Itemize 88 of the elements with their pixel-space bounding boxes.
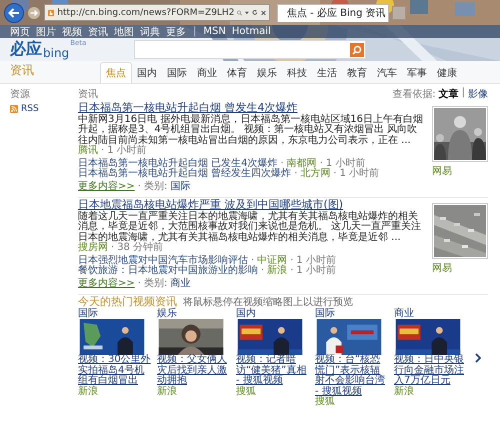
- category-tab[interactable]: 商业: [192, 63, 222, 83]
- nav-link[interactable]: 更多: [166, 25, 186, 38]
- sidebar-heading: 资源: [10, 88, 31, 101]
- category-label: 类别:: [144, 182, 168, 192]
- separator-dot: ·: [333, 169, 337, 180]
- video-title-link[interactable]: 视频：日中央银行向金融市场注入7万亿日元: [394, 355, 468, 387]
- separator-dot: ·: [294, 169, 298, 180]
- nav-link[interactable]: 地图: [114, 25, 134, 38]
- main-heading: 资讯: [78, 88, 98, 101]
- logo-text[interactable]: 必应: [10, 39, 42, 60]
- article-summary: 中新网3月16日电 据外电最新消息，日本福岛第一核电站区域16日上午有白烟升起，据称是3、4号机组冒出白烟。 视频：第一核电站又有浓烟冒出 风向吹往内陆目前尚未知第一核电站冒出白烟的原因，东京电力公司表示，正在 ...: [78, 114, 424, 146]
- video-title-link[interactable]: 视频：父女俩人灾后找到亲人激动拥抱: [157, 355, 231, 387]
- category-tab[interactable]: 国内: [132, 63, 162, 83]
- next-icon[interactable]: [475, 353, 481, 364]
- source-link[interactable]: 北方网: [300, 169, 330, 180]
- video-source: 搜狐: [315, 397, 336, 408]
- search-icon: [352, 44, 362, 54]
- video-source: 搜狐: [236, 386, 257, 398]
- video-source: 新浪: [78, 386, 99, 398]
- article-title-link[interactable]: 日本地震福岛核电站爆炸严重 波及到中国哪些城市(图): [78, 199, 424, 211]
- related-link[interactable]: 餐饮旅游：日本地震对中国旅游业的影响: [78, 266, 258, 277]
- category-tab[interactable]: 教育: [342, 63, 372, 83]
- separator-dot: ·: [320, 158, 323, 169]
- category-link[interactable]: 商业: [170, 278, 190, 290]
- view-separator: |: [462, 87, 465, 100]
- article-time: 1 小时前: [340, 169, 380, 180]
- logo-text[interactable]: bing: [43, 46, 70, 60]
- source-link[interactable]: 搜房网: [78, 243, 108, 254]
- source-link[interactable]: 新浪: [267, 266, 288, 277]
- rss-link[interactable]: RSS: [21, 104, 39, 114]
- video-title-link[interactable]: 视频：30公里外实拍福岛4号机组有白烟冒出: [78, 355, 152, 387]
- article-time: 1 小时前: [296, 266, 336, 277]
- search-button[interactable]: [350, 42, 364, 56]
- nav-link[interactable]: Hotmail: [232, 26, 271, 37]
- separator-dot: ·: [290, 256, 294, 266]
- video-category-link[interactable]: 国际: [78, 308, 152, 320]
- image-source-link[interactable]: 网易: [432, 164, 488, 178]
- article-summary: 随着这几天一直严重关注日本的地震海啸，尤其有关其福岛核电站爆炸的相关消息，毕竟是近邻，大范围核事故对我们来说也是危机。 这几天一直严重关注日本的地震海啸，尤其有关其福岛核电站爆炸的相关消息，毕竟是近邻 ...: [78, 212, 422, 243]
- category-tab[interactable]: 汽车: [372, 63, 402, 83]
- image-source-link[interactable]: 网易: [432, 261, 488, 276]
- separator-dot: ·: [290, 266, 294, 277]
- view-by-label: 查看依据:: [392, 88, 436, 101]
- article-time: 1 小时前: [296, 256, 336, 266]
- video-category-link[interactable]: 国际: [315, 308, 389, 320]
- category-link[interactable]: 国际: [170, 182, 190, 192]
- nav-link[interactable]: 词典: [140, 25, 160, 38]
- separator-dot: ·: [251, 256, 254, 266]
- article-time: 1 小时前: [326, 158, 366, 169]
- video-category-link[interactable]: 国内: [236, 308, 310, 320]
- nav-link[interactable]: 网页: [10, 25, 30, 38]
- video-source: 新浪: [157, 386, 178, 398]
- related-link[interactable]: 日本福岛第一核电站升起白烟 曾经发生四次爆炸: [78, 169, 292, 180]
- video-hint: 将鼠标悬停在视频缩略图上以进行预览: [183, 298, 353, 308]
- article-time: 1 小时前: [107, 146, 147, 157]
- rss-icon: [10, 105, 18, 113]
- section-title: 资讯: [10, 62, 35, 79]
- category-tab[interactable]: 体育: [222, 63, 252, 83]
- separator-dot: ·: [138, 182, 141, 192]
- nav-link[interactable]: 图片: [36, 25, 56, 38]
- nav-link[interactable]: MSN: [203, 26, 226, 37]
- category-tab[interactable]: 科技: [282, 63, 312, 83]
- view-option[interactable]: 影像: [468, 87, 488, 101]
- nav-link[interactable]: 视频: [62, 25, 82, 38]
- category-tab[interactable]: 国际: [162, 63, 192, 83]
- more-link[interactable]: 更多内容>>: [78, 278, 135, 290]
- category-tab[interactable]: 娱乐: [252, 63, 282, 83]
- nav-link[interactable]: 资讯: [88, 25, 108, 38]
- separator-dot: ·: [261, 266, 264, 277]
- category-tab[interactable]: 健康: [432, 63, 462, 83]
- separator-dot: ·: [280, 158, 284, 169]
- article-time: 38 分钟前: [117, 243, 164, 254]
- category-label: 类别:: [144, 278, 168, 290]
- video-category-link[interactable]: 娱乐: [157, 308, 231, 320]
- video-category-link[interactable]: 商业: [394, 308, 468, 320]
- source-link[interactable]: 腾讯: [78, 146, 98, 157]
- view-option[interactable]: 文章: [438, 87, 459, 101]
- separator-dot: ·: [101, 146, 104, 157]
- article-title-link[interactable]: 日本福岛第一核电站升起白烟 曾发生4次爆炸: [78, 102, 424, 114]
- search-field[interactable]: [134, 40, 366, 59]
- video-title-link[interactable]: 视频：记者暗访“健美猪”真相 - 搜狐视频: [236, 355, 310, 387]
- video-section-title: 今天的热门视频资讯: [78, 296, 177, 308]
- more-link[interactable]: 更多内容>>: [78, 182, 135, 192]
- separator-dot: ·: [111, 243, 114, 254]
- nav-separator: |: [193, 26, 196, 37]
- video-source: 新浪: [394, 386, 415, 398]
- category-tab[interactable]: 生活: [312, 63, 342, 83]
- separator-dot: ·: [138, 278, 141, 290]
- category-tab[interactable]: 军事: [402, 63, 432, 83]
